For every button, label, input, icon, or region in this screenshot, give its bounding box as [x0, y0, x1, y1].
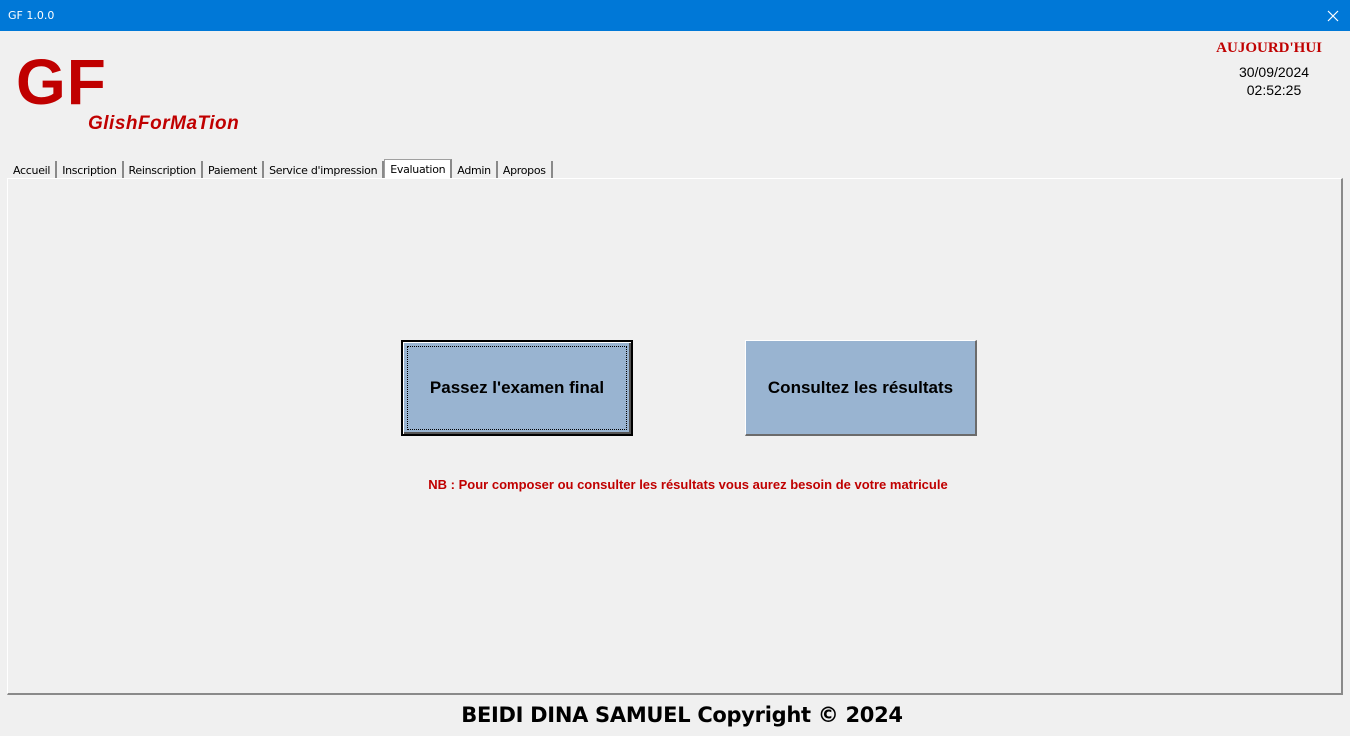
app-logo-subtitle: GlishForMaTion: [88, 113, 240, 134]
view-results-button-label: Consultez les résultats: [767, 377, 954, 397]
view-results-button[interactable]: Consultez les résultats: [745, 340, 977, 436]
today-time: 02:52:25: [1246, 82, 1302, 98]
window-title: GF 1.0.0: [8, 9, 55, 22]
tab-accueil[interactable]: Accueil: [8, 161, 58, 179]
today-date: 30/09/2024: [1238, 64, 1310, 80]
title-bar: GF 1.0.0: [0, 0, 1350, 31]
matricule-note: NB : Pour composer ou consulter les résu…: [428, 477, 948, 492]
tab-apropos[interactable]: Apropos: [498, 161, 553, 179]
focus-rectangle: [407, 346, 627, 430]
close-icon: [1327, 10, 1339, 21]
tab-inscription[interactable]: Inscription: [57, 161, 124, 179]
tab-reinscription[interactable]: Reinscription: [124, 161, 203, 179]
tab-evaluation[interactable]: Evaluation: [384, 159, 453, 179]
copyright-footer: BEIDI DINA SAMUEL Copyright © 2024: [461, 703, 903, 727]
app-logo: GF: [16, 46, 107, 118]
close-button[interactable]: [1316, 0, 1350, 31]
tab-paiement[interactable]: Paiement: [203, 161, 265, 179]
tab-admin[interactable]: Admin: [452, 161, 498, 179]
tab-panel-evaluation: [7, 178, 1343, 695]
tab-bar: Accueil Inscription Reinscription Paieme…: [8, 159, 553, 179]
today-label: AUJOURD'HUI: [1216, 40, 1322, 56]
tab-service-impression[interactable]: Service d'impression: [264, 161, 385, 179]
final-exam-button[interactable]: Passez l'examen final: [401, 340, 633, 436]
